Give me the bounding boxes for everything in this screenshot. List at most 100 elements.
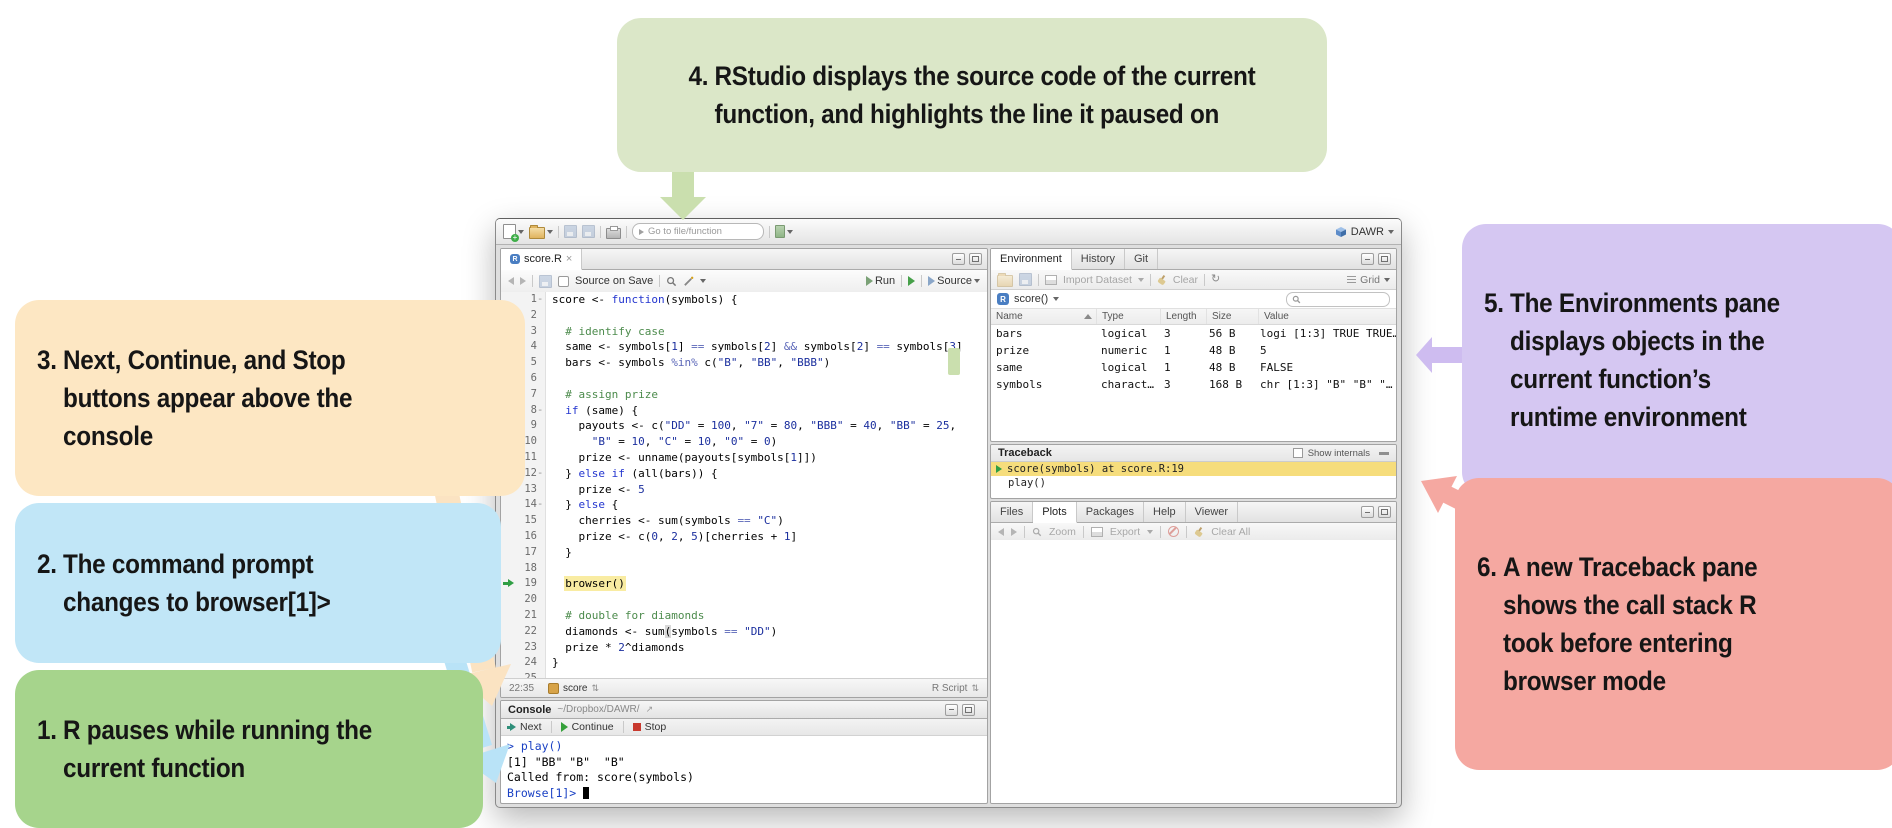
code-area[interactable]: 1- score <- function(symbols) {2 3 # ident… xyxy=(501,292,987,679)
continue-button[interactable]: Continue xyxy=(560,721,614,733)
save-document-button[interactable] xyxy=(539,274,552,288)
previous-plot-button[interactable] xyxy=(998,527,1004,536)
console-header: Console ~/Dropbox/DAWR/ ↗ xyxy=(501,701,987,719)
callout-number: 3. xyxy=(37,345,57,375)
code-line: 4 same <- symbols[1] == symbols[2] && sy… xyxy=(501,339,987,356)
traceback-frame[interactable]: play() xyxy=(991,476,1396,490)
traceback-header: Traceback Show internals xyxy=(991,445,1396,462)
show-internals-label: Show internals xyxy=(1307,447,1370,459)
remove-plot-icon[interactable] xyxy=(1168,526,1180,537)
column-header-size[interactable]: Size xyxy=(1207,309,1259,324)
collapse-pane-icon[interactable] xyxy=(1379,451,1389,455)
minimize-pane-button[interactable] xyxy=(1361,253,1374,265)
callout-6-traceback-pane: 6. A new Traceback pane shows the call st… xyxy=(1455,478,1892,770)
run-button[interactable]: Run xyxy=(865,275,896,287)
tab-label: History xyxy=(1080,253,1115,265)
maximize-pane-button[interactable] xyxy=(1378,506,1391,518)
code-line: 14- } else { xyxy=(501,497,987,514)
maximize-pane-button[interactable] xyxy=(962,703,975,716)
code-line: 10 "B" = 10, "C" = 10, "0" = 0) xyxy=(501,434,987,450)
next-plot-button[interactable] xyxy=(1011,527,1017,536)
print-button[interactable] xyxy=(606,225,621,239)
current-frame-arrow-icon xyxy=(996,465,1002,473)
column-header-type[interactable]: Type xyxy=(1097,309,1161,324)
forward-button[interactable] xyxy=(520,277,526,285)
search-icon[interactable] xyxy=(666,276,677,287)
export-icon xyxy=(1090,526,1103,537)
code-line: 9 payouts <- c("DD" = 100, "7" = 80, "BB… xyxy=(501,418,987,435)
column-header-name[interactable]: Name xyxy=(991,309,1097,324)
maximize-pane-button[interactable] xyxy=(1378,253,1391,265)
import-dataset-button[interactable]: Import Dataset xyxy=(1063,274,1132,286)
traceback-pane: Traceback Show internals score(symbols) … xyxy=(990,444,1397,499)
load-workspace-icon[interactable] xyxy=(997,272,1013,287)
column-header-length[interactable]: Length xyxy=(1161,309,1207,324)
run-label: Run xyxy=(874,275,896,287)
environment-scope-dropdown[interactable]: score() xyxy=(1014,293,1048,305)
stop-button[interactable]: Stop xyxy=(632,721,666,733)
environment-object-row[interactable]: same logical 1 48 B FALSE xyxy=(991,359,1396,376)
tab-packages[interactable]: Packages xyxy=(1077,502,1145,522)
source-button[interactable]: Source xyxy=(928,275,980,287)
tab-history[interactable]: History xyxy=(1072,249,1125,269)
chevron-down-icon xyxy=(1388,229,1394,234)
r-script-icon: R xyxy=(510,254,520,264)
code-line: 15 cherries <- sum(symbols == "C") xyxy=(501,513,987,529)
environment-object-row[interactable]: prize numeric 1 48 B5 xyxy=(991,342,1396,359)
save-button[interactable] xyxy=(564,225,577,238)
code-tools-wand-icon[interactable] xyxy=(683,276,694,287)
minimize-pane-button[interactable] xyxy=(945,703,958,716)
tab-viewer[interactable]: Viewer xyxy=(1186,502,1239,522)
console-output[interactable]: > play() [1] "BB" "B" "B" Called from: sco… xyxy=(501,736,987,803)
minimize-pane-button[interactable] xyxy=(952,253,965,265)
grid-view-dropdown[interactable]: Grid xyxy=(1347,274,1390,286)
toolbar-separator xyxy=(550,721,552,733)
clear-all-button[interactable]: Clear All xyxy=(1211,526,1250,538)
clear-broom-icon xyxy=(1157,275,1167,285)
zoom-button[interactable]: Zoom xyxy=(1049,526,1076,538)
environment-tabbar: Environment History Git xyxy=(991,249,1396,270)
toolbar-separator xyxy=(1203,273,1205,286)
callout-4-source-highlight: 4. RStudio displays the source code of th… xyxy=(617,18,1327,172)
goto-file-input[interactable]: Go to file/function xyxy=(632,223,764,240)
console-line: Browse[1]> xyxy=(507,786,981,802)
next-button[interactable]: Next xyxy=(507,721,542,733)
save-all-button[interactable] xyxy=(582,225,595,238)
maximize-pane-button[interactable] xyxy=(969,253,982,265)
export-button[interactable]: Export xyxy=(1110,526,1140,538)
tab-score-r[interactable]: R score.R × xyxy=(501,249,583,270)
code-line: 12- } else if (all(bars)) { xyxy=(501,465,987,482)
traceback-frame-current[interactable]: score(symbols) at score.R:19 xyxy=(991,462,1396,476)
close-icon[interactable]: × xyxy=(566,253,572,265)
tab-label: Viewer xyxy=(1194,506,1229,518)
source-on-save-checkbox[interactable] xyxy=(558,275,569,287)
code-line: 19 browser() xyxy=(501,576,987,593)
refresh-icon[interactable]: ↻ xyxy=(1211,274,1220,285)
show-internals-checkbox[interactable] xyxy=(1292,448,1303,458)
minimize-pane-button[interactable] xyxy=(1361,506,1374,518)
callout-text: Next, Continue, and Stop buttons appear … xyxy=(63,345,353,451)
function-scope-indicator[interactable]: score ⇅ xyxy=(548,682,599,694)
open-in-new-window-icon[interactable]: ↗ xyxy=(646,704,654,715)
tab-help[interactable]: Help xyxy=(1144,502,1186,522)
project-selector[interactable]: DAWR xyxy=(1335,226,1394,238)
clear-button[interactable]: Clear xyxy=(1173,274,1198,286)
text-cursor xyxy=(583,786,590,799)
environment-object-row[interactable]: symbols charact… 3 168 Bchr [1:3] "B" "B" "… xyxy=(991,376,1396,393)
file-type-selector[interactable]: R Script ⇅ xyxy=(932,683,979,694)
open-file-button[interactable] xyxy=(529,224,553,239)
next-icon xyxy=(507,723,516,731)
column-header-value[interactable]: Value xyxy=(1259,309,1396,324)
tab-plots[interactable]: Plots xyxy=(1033,502,1077,523)
new-file-button[interactable] xyxy=(503,224,524,242)
toolbar-misc-button[interactable] xyxy=(775,225,793,238)
environment-object-row[interactable]: bars logical 3 56 Blogi [1:3] TRUE TRUE… xyxy=(991,325,1396,342)
toolbar-separator xyxy=(659,275,661,287)
rerun-button[interactable] xyxy=(908,276,916,286)
environment-search-input[interactable] xyxy=(1286,291,1390,307)
tab-environment[interactable]: Environment xyxy=(991,249,1072,270)
tab-files[interactable]: Files xyxy=(991,502,1034,522)
tab-git[interactable]: Git xyxy=(1125,249,1159,269)
save-workspace-icon[interactable] xyxy=(1019,273,1032,286)
back-button[interactable] xyxy=(508,277,514,285)
